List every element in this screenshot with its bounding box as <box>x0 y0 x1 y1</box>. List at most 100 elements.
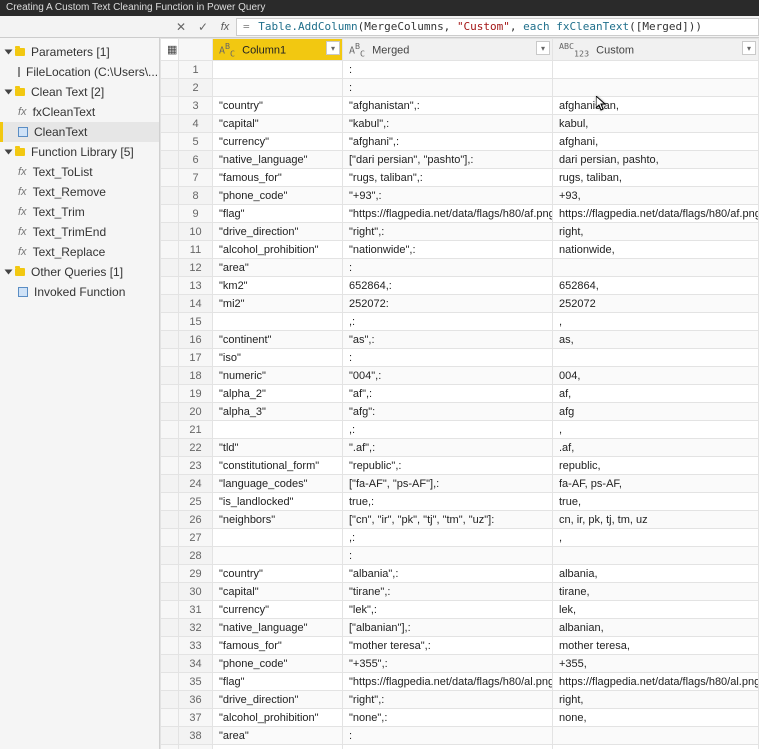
cell-merged[interactable]: "kabul",: <box>343 115 553 133</box>
table-row[interactable]: 11"alcohol_prohibition""nationwide",:nat… <box>161 241 759 259</box>
table-row[interactable]: 16"continent""as",:as, <box>161 331 759 349</box>
cell-column1[interactable]: "tld" <box>213 439 343 457</box>
cell-merged[interactable]: ".af",: <box>343 439 553 457</box>
cell-merged[interactable]: "tirane",: <box>343 583 553 601</box>
cell-custom[interactable]: cn, ir, pk, tj, tm, uz <box>553 511 759 529</box>
cell-custom[interactable]: https://flagpedia.net/data/flags/h80/al.… <box>553 673 759 691</box>
table-row[interactable]: 34"phone_code""+355",:+355, <box>161 655 759 673</box>
cell-column1[interactable]: "drive_direction" <box>213 691 343 709</box>
cell-custom[interactable]: kabul, <box>553 115 759 133</box>
cell-custom[interactable] <box>553 349 759 367</box>
table-row[interactable]: 33"famous_for""mother teresa",:mother te… <box>161 637 759 655</box>
nav-group[interactable]: Other Queries [1] <box>0 262 159 282</box>
cell-column1[interactable]: "continent" <box>213 331 343 349</box>
formula-accept-button[interactable]: ✓ <box>192 20 214 34</box>
column-filter-button[interactable]: ▾ <box>326 41 340 55</box>
table-row[interactable]: 32"native_language"["albanian"],:albania… <box>161 619 759 637</box>
cell-custom[interactable]: +355, <box>553 655 759 673</box>
cell-merged[interactable]: : <box>343 727 553 745</box>
cell-column1[interactable] <box>213 547 343 565</box>
table-row[interactable]: 39 "km2"28748,:28748, <box>161 745 759 749</box>
cell-column1[interactable]: "alcohol_prohibition" <box>213 709 343 727</box>
cell-column1[interactable] <box>213 313 343 331</box>
cell-column1[interactable] <box>213 421 343 439</box>
cell-custom[interactable]: right, <box>553 691 759 709</box>
nav-item[interactable]: CleanText <box>0 122 159 142</box>
table-row[interactable]: 4"capital""kabul",:kabul, <box>161 115 759 133</box>
cell-column1[interactable]: "km2" <box>213 277 343 295</box>
cell-merged[interactable]: ["cn", "ir", "pk", "tj", "tm", "uz"]: <box>343 511 553 529</box>
cell-custom[interactable]: none, <box>553 709 759 727</box>
cell-merged[interactable]: "afghani",: <box>343 133 553 151</box>
cell-merged[interactable]: "right",: <box>343 223 553 241</box>
table-row[interactable]: 7"famous_for""rugs, taliban",:rugs, tali… <box>161 169 759 187</box>
cell-merged[interactable]: 252072: <box>343 295 553 313</box>
cell-merged[interactable]: "mother teresa",: <box>343 637 553 655</box>
cell-custom[interactable]: , <box>553 529 759 547</box>
cell-custom[interactable] <box>553 547 759 565</box>
cell-column1[interactable]: "flag" <box>213 673 343 691</box>
cell-column1[interactable]: "flag" <box>213 205 343 223</box>
table-row[interactable]: 13 "km2"652864,:652864, <box>161 277 759 295</box>
cell-column1[interactable]: "phone_code" <box>213 655 343 673</box>
cell-column1[interactable]: "numeric" <box>213 367 343 385</box>
nav-item[interactable]: fxText_Trim <box>0 202 159 222</box>
cell-custom[interactable]: +93, <box>553 187 759 205</box>
cell-column1[interactable]: "country" <box>213 565 343 583</box>
table-row[interactable]: 26"neighbors"["cn", "ir", "pk", "tj", "t… <box>161 511 759 529</box>
cell-custom[interactable]: , <box>553 421 759 439</box>
cell-column1[interactable]: "area" <box>213 727 343 745</box>
cell-custom[interactable]: lek, <box>553 601 759 619</box>
cell-custom[interactable]: afghani, <box>553 133 759 151</box>
cell-column1[interactable] <box>213 529 343 547</box>
cell-column1[interactable]: "km2" <box>213 745 343 749</box>
cell-column1[interactable]: "native_language" <box>213 619 343 637</box>
column-header-merged[interactable]: ABC Merged ▾ <box>343 39 553 61</box>
nav-group[interactable]: Clean Text [2] <box>0 82 159 102</box>
table-row[interactable]: 35"flag""https://flagpedia.net/data/flag… <box>161 673 759 691</box>
cell-custom[interactable]: af, <box>553 385 759 403</box>
cell-custom[interactable] <box>553 259 759 277</box>
table-row[interactable]: 31"currency""lek",:lek, <box>161 601 759 619</box>
cell-custom[interactable]: 652864, <box>553 277 759 295</box>
cell-column1[interactable]: "constitutional_form" <box>213 457 343 475</box>
cell-column1[interactable]: "famous_for" <box>213 637 343 655</box>
cell-column1[interactable]: "language_codes" <box>213 475 343 493</box>
cell-merged[interactable]: "https://flagpedia.net/data/flags/h80/al… <box>343 673 553 691</box>
column-filter-button[interactable]: ▾ <box>536 41 550 55</box>
cell-custom[interactable]: mother teresa, <box>553 637 759 655</box>
formula-cancel-button[interactable]: ✕ <box>170 20 192 34</box>
cell-merged[interactable]: : <box>343 79 553 97</box>
cell-merged[interactable]: ["fa-AF", "ps-AF"],: <box>343 475 553 493</box>
cell-custom[interactable]: albanian, <box>553 619 759 637</box>
cell-column1[interactable]: "currency" <box>213 601 343 619</box>
cell-column1[interactable]: "country" <box>213 97 343 115</box>
cell-custom[interactable]: nationwide, <box>553 241 759 259</box>
cell-column1[interactable]: "is_landlocked" <box>213 493 343 511</box>
cell-column1[interactable]: "capital" <box>213 583 343 601</box>
table-row[interactable]: 29"country""albania",:albania, <box>161 565 759 583</box>
cell-merged[interactable]: ["albanian"],: <box>343 619 553 637</box>
cell-custom[interactable]: afghanistan, <box>553 97 759 115</box>
cell-merged[interactable]: ,: <box>343 313 553 331</box>
cell-merged[interactable]: "afghanistan",: <box>343 97 553 115</box>
cell-custom[interactable]: .af, <box>553 439 759 457</box>
nav-item[interactable]: fxfxCleanText <box>0 102 159 122</box>
cell-custom[interactable]: 004, <box>553 367 759 385</box>
cell-custom[interactable]: fa-AF, ps-AF, <box>553 475 759 493</box>
nav-item[interactable]: fxText_Remove <box>0 182 159 202</box>
fx-icon[interactable]: fx <box>214 21 236 33</box>
cell-custom[interactable] <box>553 727 759 745</box>
cell-merged[interactable]: ,: <box>343 529 553 547</box>
table-row[interactable]: 36"drive_direction""right",:right, <box>161 691 759 709</box>
cell-column1[interactable]: "area" <box>213 259 343 277</box>
cell-column1[interactable]: "capital" <box>213 115 343 133</box>
nav-group[interactable]: Function Library [5] <box>0 142 159 162</box>
cell-merged[interactable]: : <box>343 259 553 277</box>
table-row[interactable]: 19 "alpha_2""af",:af, <box>161 385 759 403</box>
cell-custom[interactable] <box>553 79 759 97</box>
cell-merged[interactable]: "albania",: <box>343 565 553 583</box>
cell-merged[interactable]: "004",: <box>343 367 553 385</box>
cell-column1[interactable]: "iso" <box>213 349 343 367</box>
cell-custom[interactable]: as, <box>553 331 759 349</box>
